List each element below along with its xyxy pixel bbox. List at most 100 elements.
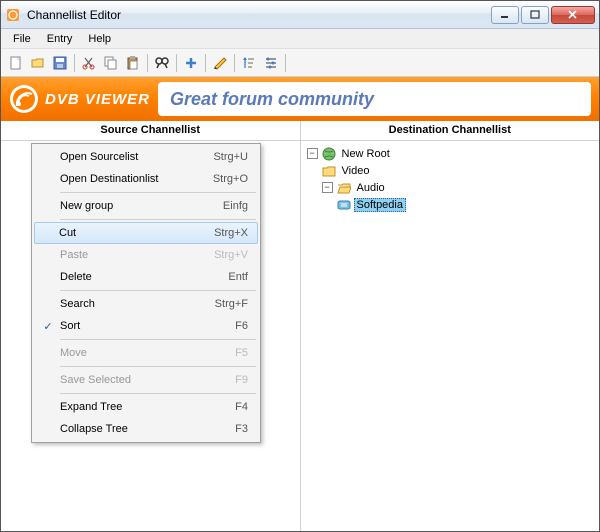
context-menu-label: Sort [58,320,235,332]
context-menu-shortcut: F6 [235,320,254,332]
context-menu-label: Delete [58,271,228,283]
folder-open-icon [337,182,351,194]
context-menu-label: Paste [58,249,214,261]
tree-audio[interactable]: − Audio [307,179,594,196]
tree-channel-label: Softpedia [354,198,406,212]
menu-help[interactable]: Help [80,31,119,47]
context-menu-item[interactable]: ✓SortF6 [34,315,258,337]
menu-separator [60,366,256,367]
tree-audio-label: Audio [354,181,388,195]
add-icon[interactable] [180,52,202,74]
toolbar [1,49,599,77]
tree-channel[interactable]: Softpedia [307,196,594,213]
save-icon[interactable] [49,52,71,74]
menu-separator [60,393,256,394]
context-menu-item[interactable]: Open SourcelistStrg+U [34,146,258,168]
cut-icon[interactable] [78,52,100,74]
slogan-text: Great forum community [170,89,374,110]
tree-video[interactable]: Video [307,162,594,179]
context-menu-shortcut: Strg+X [214,227,254,239]
folder-icon [322,165,336,177]
context-menu-label: Expand Tree [58,401,235,413]
minimize-button[interactable] [491,6,519,24]
toolbar-separator [74,54,75,72]
sort-icon[interactable] [238,52,260,74]
collapse-icon[interactable]: − [307,148,318,159]
tree-video-label: Video [339,164,373,178]
new-icon[interactable] [5,52,27,74]
edit-icon[interactable] [209,52,231,74]
context-menu: Open SourcelistStrg+UOpen Destinationlis… [31,143,261,443]
panel-headers: Source Channellist Destination Channelli… [1,121,599,141]
context-menu-label: Search [58,298,215,310]
search-icon[interactable] [151,52,173,74]
context-menu-item[interactable]: DeleteEntf [34,266,258,288]
context-menu-item[interactable]: SearchStrg+F [34,293,258,315]
context-menu-shortcut: Strg+V [214,249,254,261]
context-menu-shortcut: Strg+U [213,151,254,163]
collapse-icon[interactable]: − [322,182,333,193]
world-icon [322,147,336,161]
context-menu-item[interactable]: CutStrg+X [34,222,258,244]
paste-icon[interactable] [122,52,144,74]
options-icon[interactable] [260,52,282,74]
source-panel[interactable]: Open SourcelistStrg+UOpen Destinationlis… [1,141,301,531]
menu-entry[interactable]: Entry [39,31,81,47]
brand-logo: DVB VIEWER [9,84,150,114]
context-menu-shortcut: F4 [235,401,254,413]
context-menu-label: Move [58,347,235,359]
channel-icon [337,199,351,211]
context-menu-shortcut: F3 [235,423,254,435]
toolbar-separator [176,54,177,72]
close-button[interactable] [551,6,595,24]
main-area: Open SourcelistStrg+UOpen Destinationlis… [1,141,599,531]
menu-separator [60,290,256,291]
context-menu-shortcut: Strg+F [215,298,254,310]
toolbar-separator [285,54,286,72]
context-menu-shortcut: F9 [235,374,254,386]
tree-root[interactable]: − New Root [307,145,594,162]
source-panel-title: Source Channellist [1,121,301,140]
context-menu-item: Save SelectedF9 [34,369,258,391]
copy-icon[interactable] [100,52,122,74]
brand-text: DVB VIEWER [45,91,150,108]
menu-separator [60,339,256,340]
context-menu-shortcut: Strg+O [213,173,254,185]
context-menu-shortcut: F5 [235,347,254,359]
window-title: Channellist Editor [27,8,491,22]
context-menu-item[interactable]: Expand TreeF4 [34,396,258,418]
context-menu-item: MoveF5 [34,342,258,364]
context-menu-shortcut: Entf [228,271,254,283]
check-icon: ✓ [38,320,58,333]
context-menu-item: PasteStrg+V [34,244,258,266]
banner: DVB VIEWER Great forum community [1,77,599,121]
tree-root-label: New Root [339,147,393,161]
menu-separator [60,219,256,220]
slogan-box: Great forum community [158,82,591,116]
toolbar-separator [147,54,148,72]
context-menu-label: Open Destinationlist [58,173,213,185]
titlebar: Channellist Editor [1,1,599,29]
context-menu-item[interactable]: New groupEinfg [34,195,258,217]
toolbar-separator [234,54,235,72]
context-menu-label: Save Selected [58,374,235,386]
logo-icon [9,84,39,114]
context-menu-label: New group [58,200,223,212]
context-menu-item[interactable]: Open DestinationlistStrg+O [34,168,258,190]
window-buttons [491,6,595,24]
context-menu-shortcut: Einfg [223,200,254,212]
context-menu-label: Cut [57,227,214,239]
maximize-button[interactable] [521,6,549,24]
destination-panel[interactable]: − New Root Video − Audio Softpedia [301,141,600,531]
open-icon[interactable] [27,52,49,74]
context-menu-item[interactable]: Collapse TreeF3 [34,418,258,440]
menu-separator [60,192,256,193]
context-menu-label: Collapse Tree [58,423,235,435]
menubar: File Entry Help [1,29,599,49]
destination-tree: − New Root Video − Audio Softpedia [301,141,600,217]
menu-file[interactable]: File [5,31,39,47]
app-icon [5,7,21,23]
context-menu-label: Open Sourcelist [58,151,213,163]
destination-panel-title: Destination Channellist [301,121,600,140]
toolbar-separator [205,54,206,72]
